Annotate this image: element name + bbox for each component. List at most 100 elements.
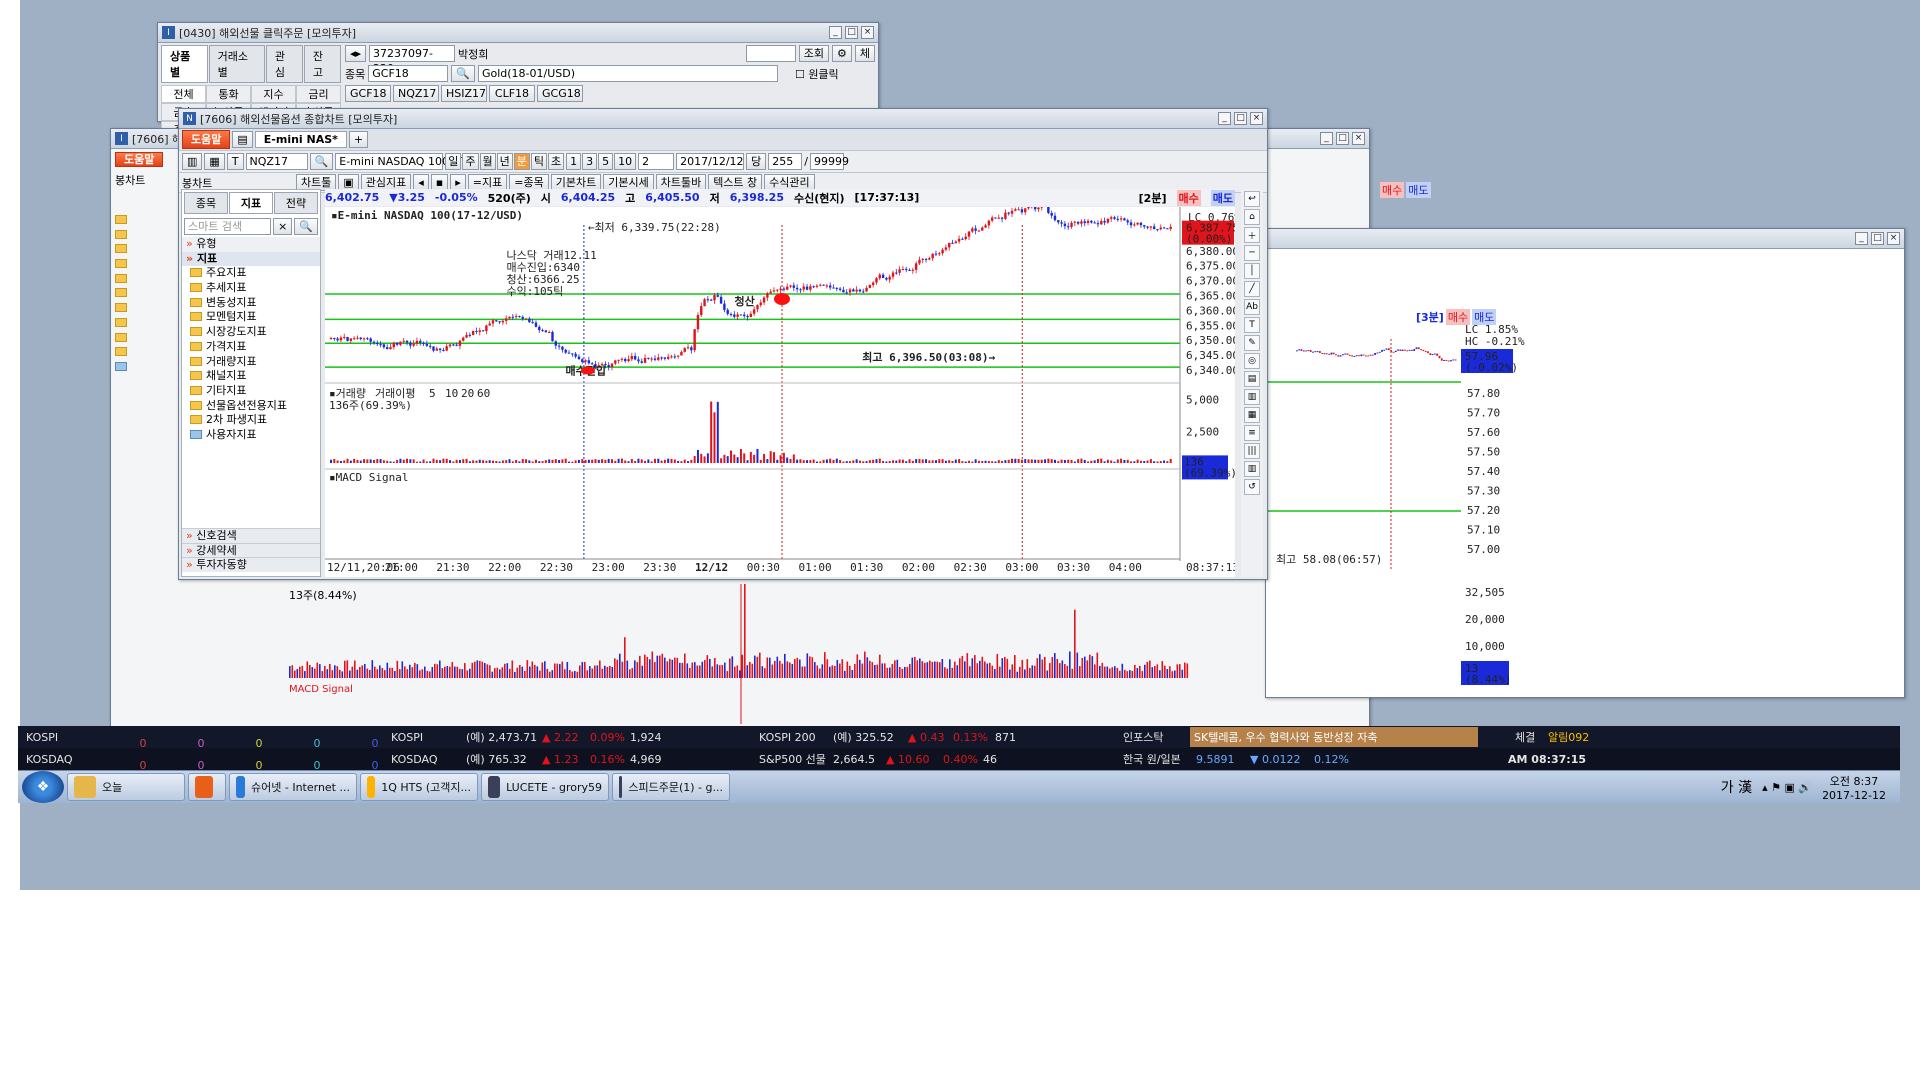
account-field[interactable]: 37237097-220 xyxy=(369,45,456,75)
n2-field[interactable]: 2 xyxy=(638,153,675,170)
minimize-icon[interactable]: _ xyxy=(1855,232,1868,245)
layout-icon[interactable]: ▥ xyxy=(182,153,203,170)
text-icon[interactable]: T xyxy=(226,153,244,170)
close-icon[interactable]: × xyxy=(1887,232,1900,245)
order-tab[interactable]: 거래소별 xyxy=(208,45,265,83)
back-folder[interactable] xyxy=(115,213,139,228)
back-folder[interactable] xyxy=(115,257,139,272)
tree-group[interactable]: » 유형 xyxy=(182,237,320,252)
side-tab[interactable]: 종목 xyxy=(184,192,228,214)
chart-tool-icon[interactable]: ||| xyxy=(1244,443,1260,459)
period-5[interactable]: 틱 xyxy=(530,153,547,170)
search-icon[interactable]: 🔍 xyxy=(309,153,334,170)
dang-button[interactable]: 당 xyxy=(746,153,767,170)
period-0[interactable]: 일 xyxy=(445,153,462,170)
order-tab[interactable]: 상품별 xyxy=(161,45,208,83)
period-1[interactable]: 주 xyxy=(462,153,479,170)
taskbar-item[interactable]: 1Q HTS (고객지... xyxy=(360,773,478,801)
order-tab[interactable]: 잔고 xyxy=(303,45,341,83)
chart-tool-icon[interactable]: ▥ xyxy=(1244,389,1260,405)
tree-folder[interactable]: 거래량지표 xyxy=(182,355,320,370)
count-field[interactable]: 255 xyxy=(768,153,803,170)
tree-folder[interactable]: 2차 파생지표 xyxy=(182,413,320,428)
tree-bottom-item[interactable]: » 투자자동향 xyxy=(182,557,320,572)
search-icon[interactable]: 🔍 xyxy=(451,65,475,82)
smart-search-input[interactable]: 스마트 검색 xyxy=(184,218,272,235)
oneclick-checkbox[interactable]: ☐ 원클릭 xyxy=(795,66,839,82)
tab-emini-nas[interactable]: E-mini NAS* xyxy=(254,131,347,148)
period-4[interactable]: 분 xyxy=(513,153,530,170)
chart-tool-icon[interactable]: ▦ xyxy=(1244,407,1260,423)
query-button[interactable]: 조회 xyxy=(798,45,829,62)
alarm-link[interactable]: 알림092 xyxy=(1548,729,1589,745)
category-cats1[interactable]: 금리 xyxy=(296,85,341,103)
sell-button[interactable]: 매도 xyxy=(1210,189,1235,206)
minimize-icon[interactable]: _ xyxy=(829,26,842,39)
code-field[interactable]: NQZ17 xyxy=(245,153,308,170)
taskbar-item[interactable]: LUCETE - grory59 xyxy=(481,773,609,801)
period-2[interactable]: 월 xyxy=(479,153,496,170)
tree-folder[interactable]: 채널지표 xyxy=(182,369,320,384)
close-icon[interactable]: × xyxy=(861,26,874,39)
chart-tool-icon[interactable]: ╱ xyxy=(1244,281,1260,297)
main-chart-titlebar[interactable]: N [7606] 해외선물옵션 종합차트 [모의투자] _ □ × xyxy=(179,109,1267,129)
buy-button[interactable]: 매수 xyxy=(1176,189,1201,206)
code-quick-button[interactable]: CLF18 xyxy=(489,85,535,102)
interval-3[interactable]: 3 xyxy=(582,153,598,170)
chart-tool-icon[interactable]: ▥ xyxy=(1244,461,1260,477)
minimize-icon[interactable]: _ xyxy=(1218,112,1231,125)
back-folder[interactable] xyxy=(115,242,139,257)
chart-tool-icon[interactable]: ⌂ xyxy=(1244,209,1260,225)
back-folder[interactable] xyxy=(115,345,139,360)
period-3[interactable]: 년 xyxy=(496,153,513,170)
tree-group[interactable]: » 지표 xyxy=(182,251,320,267)
taskbar-item[interactable] xyxy=(188,773,226,801)
chart-tool-icon[interactable]: ＋ xyxy=(1244,227,1260,243)
date-field[interactable]: 2017/12/12 xyxy=(676,153,745,170)
chart-tool-icon[interactable]: ↺ xyxy=(1244,479,1260,495)
right-chart-titlebar[interactable]: _ □ × xyxy=(1266,229,1904,249)
code-quick-button[interactable]: HSIZ17 xyxy=(441,85,487,102)
category-cats1[interactable]: 통화 xyxy=(206,85,251,103)
interval-1[interactable]: 1 xyxy=(566,153,582,170)
screen-icon[interactable]: ▤ xyxy=(232,131,253,148)
order-window-titlebar[interactable]: I [0430] 해외선물 클릭주문 [모의투자] _ □ × xyxy=(158,23,878,43)
chart-tool-icon[interactable]: Ab xyxy=(1244,299,1260,315)
ime-indicator[interactable]: 가 漢 xyxy=(1721,777,1752,797)
tree-folder[interactable]: 기타지표 xyxy=(182,384,320,399)
side-tab[interactable]: 지표 xyxy=(229,192,273,214)
settings-icon[interactable]: ⚙ xyxy=(832,45,852,62)
tree-folder[interactable]: 모멘텀지표 xyxy=(182,310,320,325)
back-folder[interactable] xyxy=(115,228,139,243)
interval-10[interactable]: 10 xyxy=(614,153,637,170)
interval-5[interactable]: 5 xyxy=(598,153,614,170)
grid-icon[interactable]: ▦ xyxy=(204,153,225,170)
tray-icons[interactable]: ▴ ⚑ ▣ 🔊 xyxy=(1762,781,1812,794)
code-quick-button[interactable]: GCF18 xyxy=(345,85,391,102)
back-folder[interactable] xyxy=(115,316,139,331)
tree-folder[interactable]: 변동성지표 xyxy=(182,296,320,311)
tree-folder[interactable]: 주요지표 xyxy=(182,266,320,281)
news-headline[interactable]: SK텔레콤, 우수 협력사와 동반성장 자축 xyxy=(1190,727,1478,747)
chart-tool-icon[interactable]: ↩ xyxy=(1244,191,1260,207)
chart-tool-icon[interactable]: T xyxy=(1244,317,1260,333)
tree-bottom-item[interactable]: » 강세약세 xyxy=(182,542,320,558)
code-field[interactable]: GCF18 xyxy=(368,65,449,82)
minimize-icon[interactable]: _ xyxy=(1320,132,1333,145)
help-button[interactable]: 도움말 xyxy=(182,130,231,149)
mid-sell-button[interactable]: 매도 xyxy=(1406,182,1431,198)
tree-bottom-item[interactable]: » 신호검색 xyxy=(182,527,320,543)
add-tab-button[interactable]: + xyxy=(348,131,369,148)
maximize-icon[interactable]: □ xyxy=(1234,112,1247,125)
mid-buy-button[interactable]: 매수 xyxy=(1380,182,1405,198)
chart-tool-icon[interactable]: ◎ xyxy=(1244,353,1260,369)
back-folder[interactable] xyxy=(115,331,139,346)
back-folder[interactable] xyxy=(115,286,139,301)
start-button[interactable]: ❖ xyxy=(22,771,64,803)
close-icon[interactable]: × xyxy=(1352,132,1365,145)
close-icon[interactable]: × xyxy=(1250,112,1263,125)
maximize-icon[interactable]: □ xyxy=(1871,232,1884,245)
tree-folder[interactable]: 사용자지표 xyxy=(182,428,320,443)
category-cats1[interactable]: 전체 xyxy=(161,85,206,103)
chart-tool-icon[interactable]: ≡ xyxy=(1244,425,1260,441)
